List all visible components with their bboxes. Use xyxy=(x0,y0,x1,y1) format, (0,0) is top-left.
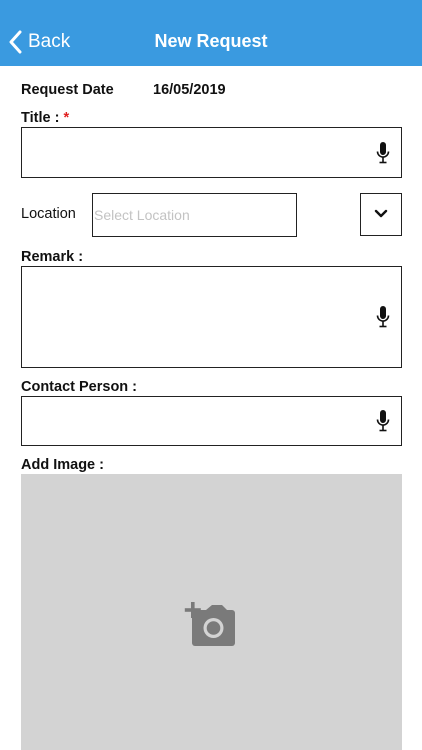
remark-label: Remark : xyxy=(21,249,84,265)
navigation-bar: Back New Request xyxy=(0,0,422,66)
microphone-icon[interactable] xyxy=(375,141,391,165)
add-image-area[interactable] xyxy=(21,474,402,750)
add-photo-camera-icon[interactable] xyxy=(184,602,236,653)
microphone-icon[interactable] xyxy=(375,409,391,433)
add-image-label: Add Image : xyxy=(21,457,104,473)
contact-person-label: Contact Person : xyxy=(21,379,138,395)
title-field-box xyxy=(21,127,402,178)
title-input[interactable] xyxy=(28,134,361,171)
request-date-label: Request Date xyxy=(21,82,114,98)
title-label: Title : * xyxy=(21,110,69,126)
request-date-value: 16/05/2019 xyxy=(153,82,226,98)
contact-person-field-box xyxy=(21,396,402,446)
location-label: Location xyxy=(21,206,76,222)
microphone-icon[interactable] xyxy=(375,305,391,329)
remark-input[interactable] xyxy=(28,273,361,361)
location-dropdown-button[interactable] xyxy=(360,193,402,236)
location-select[interactable] xyxy=(92,193,297,237)
contact-person-input[interactable] xyxy=(28,403,361,439)
page-title: New Request xyxy=(154,31,268,51)
location-input[interactable] xyxy=(94,204,284,226)
required-marker: * xyxy=(63,110,70,126)
remark-field-box xyxy=(21,266,402,368)
title-label-text: Title : xyxy=(21,110,60,126)
